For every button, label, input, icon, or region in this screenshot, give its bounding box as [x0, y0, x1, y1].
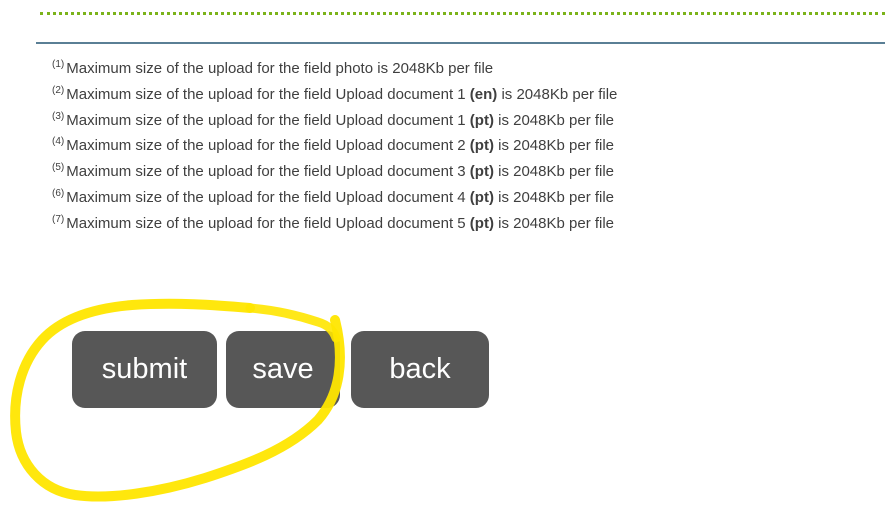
note-number: (7): [52, 213, 65, 225]
note-text: Maximum size of the upload for the field…: [66, 137, 470, 155]
section-divider: [36, 42, 885, 44]
note-text: Maximum size of the upload for the field…: [66, 60, 494, 77]
note-text-end: is 2048Kb per file: [497, 85, 618, 103]
save-button[interactable]: save: [226, 331, 340, 408]
upload-size-notes: (1) Maximum size of the upload for the fi…: [52, 56, 885, 237]
note-number: (2): [52, 84, 65, 96]
note-text: Maximum size of the upload for the field…: [66, 214, 470, 232]
upload-note: (3) Maximum size of the upload for the fi…: [52, 108, 885, 134]
note-text-end: is 2048Kb per file: [493, 188, 615, 206]
upload-note: (5) Maximum size of the upload for the fi…: [52, 159, 885, 185]
note-language: (pt): [469, 188, 494, 206]
note-number: (6): [52, 187, 65, 199]
submit-button[interactable]: submit: [72, 331, 217, 408]
note-number: (1): [52, 59, 65, 70]
note-text-end: is 2048Kb per file: [493, 214, 615, 232]
note-text: Maximum size of the upload for the field…: [66, 85, 470, 103]
note-language: (pt): [469, 111, 494, 129]
note-text-end: is 2048Kb per file: [493, 111, 615, 129]
upload-note: (2) Maximum size of the upload for the fi…: [52, 82, 885, 108]
upload-note: (7) Maximum size of the upload for the fi…: [52, 211, 885, 237]
note-language: (pt): [469, 137, 494, 155]
note-text-end: is 2048Kb per file: [493, 137, 615, 155]
dotted-divider: [40, 12, 885, 15]
note-language: (pt): [469, 163, 494, 181]
note-language: (en): [469, 85, 498, 103]
note-language: (pt): [469, 214, 494, 232]
note-text: Maximum size of the upload for the field…: [66, 111, 470, 129]
note-number: (4): [52, 136, 65, 148]
note-text: Maximum size of the upload for the field…: [66, 163, 470, 181]
upload-note: (6) Maximum size of the upload for the fi…: [52, 185, 885, 211]
note-text-end: is 2048Kb per file: [493, 163, 615, 181]
note-text: Maximum size of the upload for the field…: [66, 188, 470, 206]
note-number: (5): [52, 162, 65, 174]
form-actions: submit save back: [72, 331, 489, 408]
upload-note: (4) Maximum size of the upload for the fi…: [52, 133, 885, 159]
upload-note: (1) Maximum size of the upload for the fi…: [52, 56, 885, 82]
note-number: (3): [52, 110, 65, 122]
back-button[interactable]: back: [351, 331, 489, 408]
